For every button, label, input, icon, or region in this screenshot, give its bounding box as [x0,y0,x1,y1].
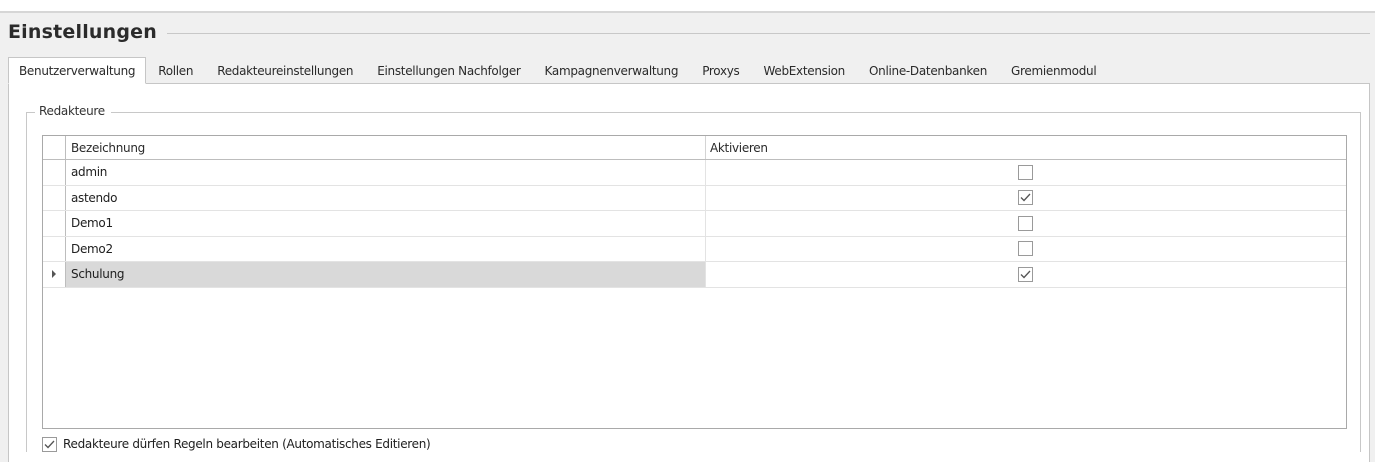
redakteure-groupbox: Redakteure Bezeichnung Aktivieren admin [26,104,1361,452]
aktivieren-checkbox[interactable] [1018,190,1033,206]
tab-benutzerverwaltung[interactable]: Benutzerverwaltung [8,57,147,84]
grid-header: Bezeichnung Aktivieren [43,136,1346,160]
cell-text: Demo2 [71,241,113,256]
tab-proxys[interactable]: Proxys [690,58,751,83]
row-indicator-cell [43,211,66,236]
table-row[interactable]: Demo1 [43,211,1346,237]
cell-aktivieren [706,160,1346,185]
automatisches-editieren-checkbox[interactable] [42,436,57,452]
row-indicator-cell [43,185,66,210]
tab-strip: Benutzerverwaltung Rollen Redakteureinst… [8,57,1370,84]
row-indicator-cell [43,236,66,261]
cell-text: admin [71,165,108,180]
groupbox-title: Redakteure [35,104,111,118]
column-header-label: Aktivieren [710,140,768,155]
checkmark-icon [44,440,55,448]
cell-aktivieren [706,186,1346,211]
cell-bezeichnung[interactable]: Demo2 [66,236,706,261]
row-indicator-cell [43,160,66,185]
title-divider [167,32,1370,34]
cell-bezeichnung[interactable]: astendo [66,185,706,210]
cell-aktivieren [706,262,1346,287]
cell-bezeichnung[interactable]: admin [66,160,706,185]
top-toolbar-strip [0,0,1375,13]
tab-kampagnenverwaltung[interactable]: Kampagnenverwaltung [533,58,691,83]
tab-redakteureinstellungen[interactable]: Redakteureinstellungen [205,58,365,83]
table-row[interactable]: admin [43,160,1346,186]
checkmark-icon [1020,270,1031,279]
aktivieren-checkbox[interactable] [1018,215,1033,231]
checkmark-icon [1020,193,1031,202]
aktivieren-checkbox[interactable] [1018,164,1033,180]
cell-bezeichnung[interactable]: Demo1 [66,211,706,236]
tab-gremienmodul[interactable]: Gremienmodul [999,58,1108,83]
header-indicator-cell [43,136,66,159]
table-row[interactable]: Demo2 [43,236,1346,262]
cell-text: Demo1 [71,216,113,231]
table-row[interactable]: astendo [43,185,1346,211]
tab-webextension[interactable]: WebExtension [752,58,857,83]
page-title: Einstellungen [8,21,157,43]
tab-einstellungen-nachfolger[interactable]: Einstellungen Nachfolger [365,58,532,83]
tab-rollen[interactable]: Rollen [146,58,205,83]
settings-window: Einstellungen Benutzerverwaltung Rollen … [0,0,1375,462]
column-header-aktivieren[interactable]: Aktivieren [706,136,1346,159]
aktivieren-checkbox[interactable] [1018,266,1033,282]
row-indicator-arrow-icon [52,270,56,279]
cell-text: Schulung [71,267,125,282]
row-indicator-cell [43,262,66,287]
automatisches-editieren-label: Redakteure dürfen Regeln bearbeiten (Aut… [63,437,431,451]
table-row[interactable]: Schulung [43,262,1346,288]
tab-online-datenbanken[interactable]: Online-Datenbanken [857,58,999,83]
cell-bezeichnung[interactable]: Schulung [66,262,706,287]
cell-aktivieren [706,211,1346,236]
cell-text: astendo [71,190,118,205]
aktivieren-checkbox[interactable] [1018,241,1033,257]
tab-content-panel: Redakteure Bezeichnung Aktivieren admin [8,84,1370,462]
column-header-bezeichnung[interactable]: Bezeichnung [66,136,706,159]
cell-aktivieren [706,237,1346,262]
automatisches-editieren-option[interactable]: Redakteure dürfen Regeln bearbeiten (Aut… [42,436,431,452]
column-header-label: Bezeichnung [71,140,145,155]
title-row: Einstellungen [8,18,1370,46]
redakteure-grid[interactable]: Bezeichnung Aktivieren admin astendo Dem… [42,135,1347,429]
